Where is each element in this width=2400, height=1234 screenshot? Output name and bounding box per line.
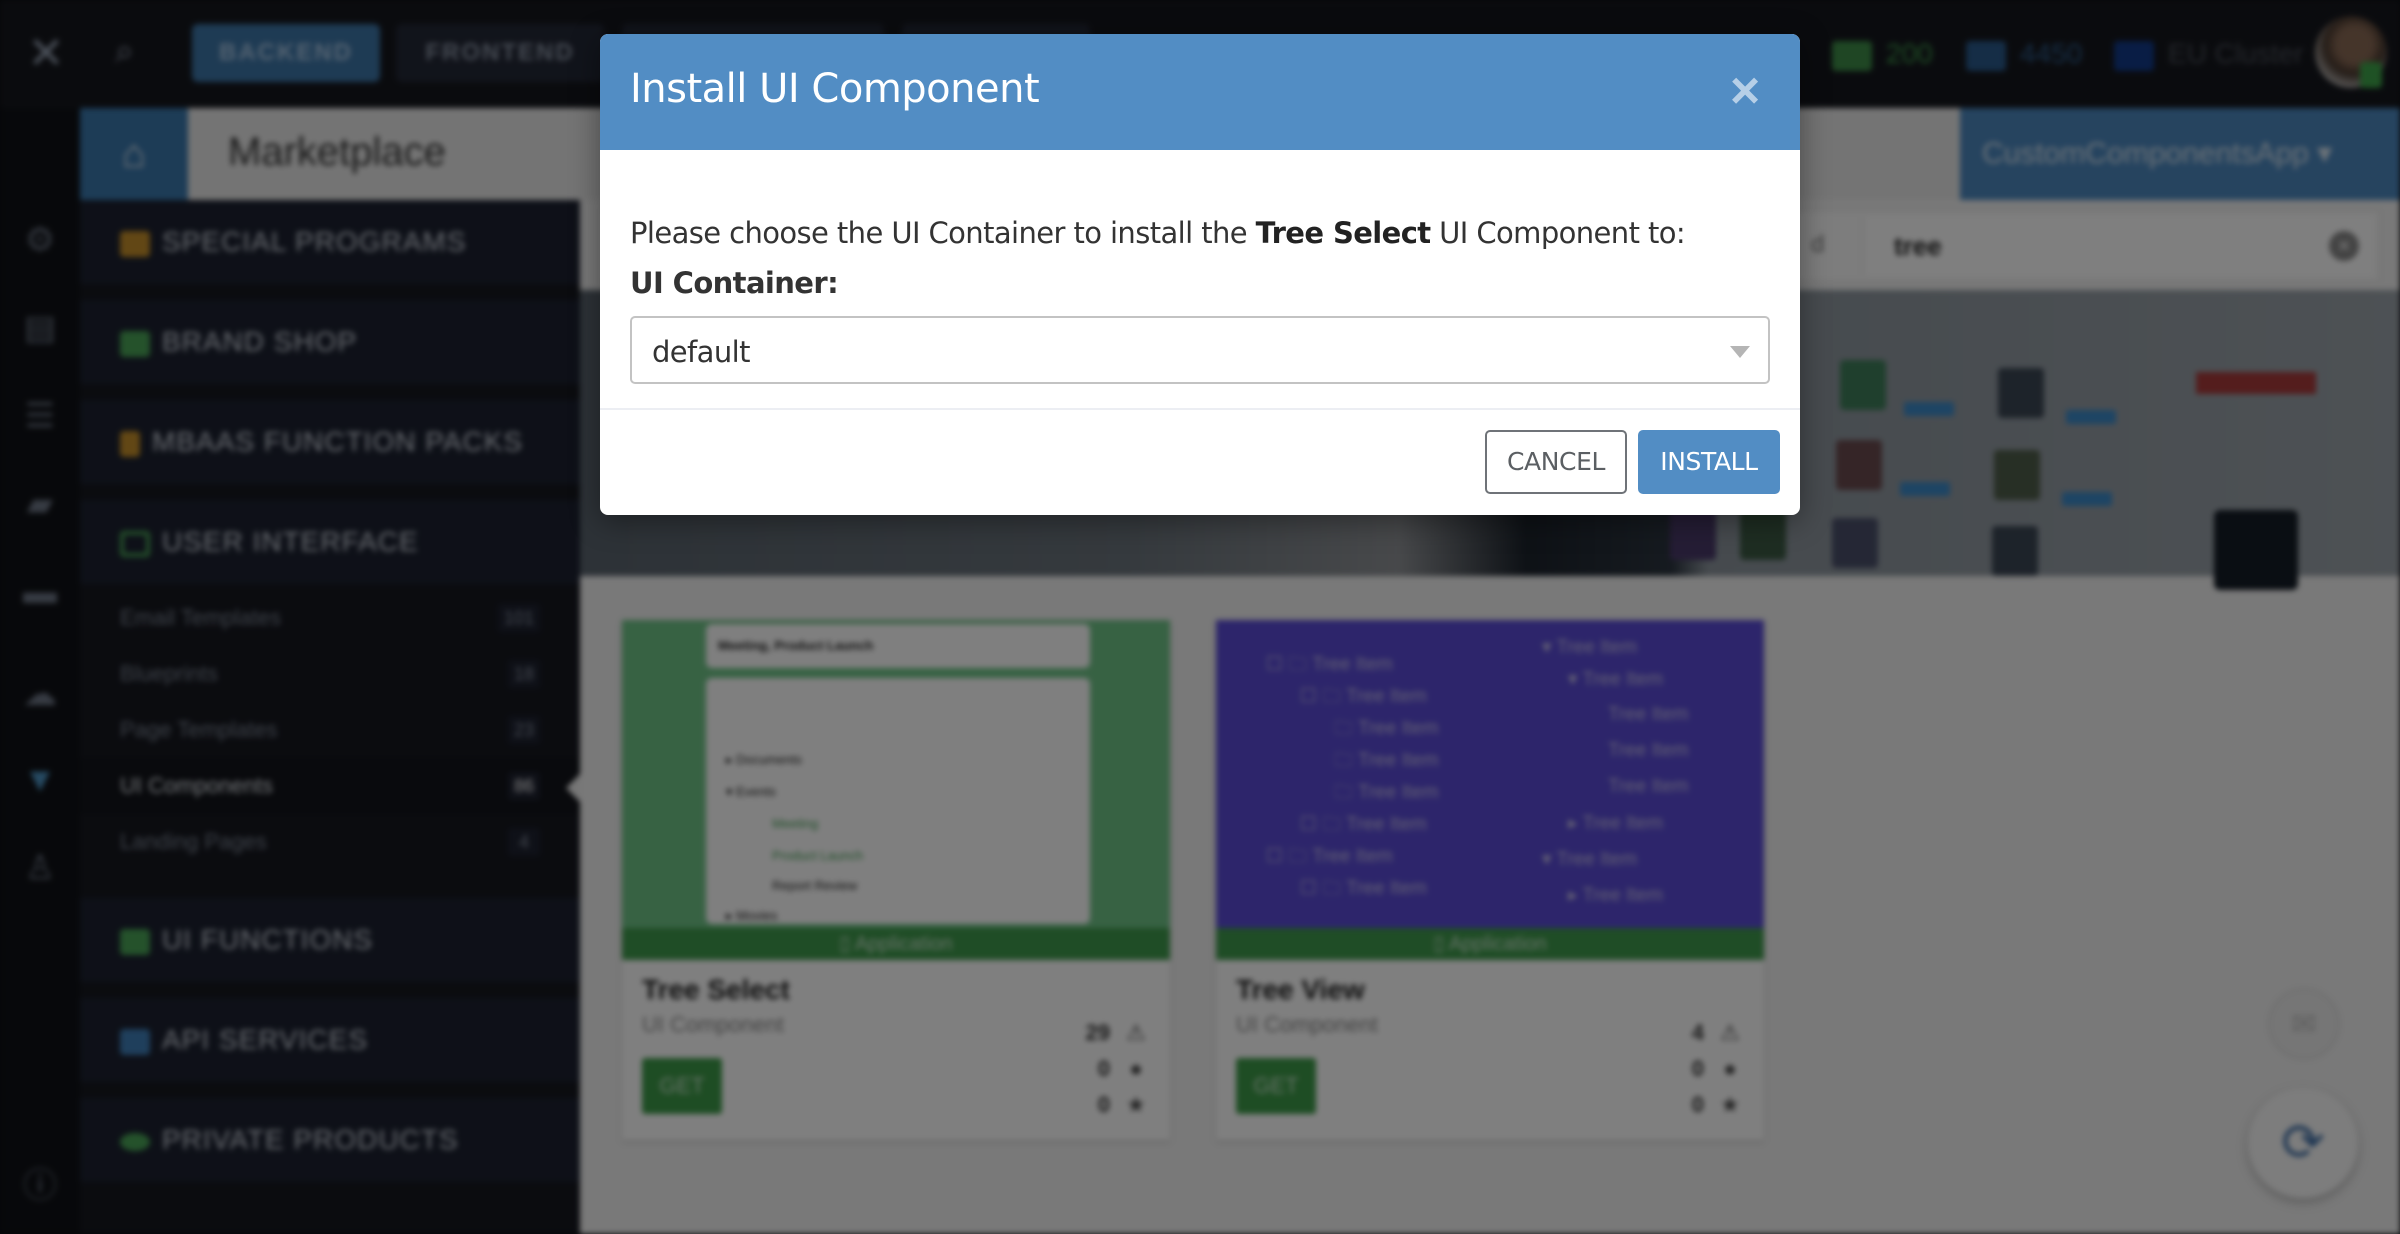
- dialog-message: Please choose the UI Container to instal…: [630, 216, 1686, 250]
- dialog-divider: [600, 408, 1800, 410]
- dialog-title: Install UI Component: [630, 66, 1040, 112]
- close-icon[interactable]: ×: [1720, 65, 1770, 117]
- component-name: Tree Select: [1255, 216, 1432, 250]
- ui-container-select[interactable]: default: [630, 316, 1770, 384]
- ui-container-label: UI Container:: [630, 266, 839, 300]
- cancel-button[interactable]: CANCEL: [1485, 430, 1627, 494]
- dialog-header: Install UI Component ×: [600, 34, 1800, 150]
- ui-container-value: default: [652, 335, 750, 369]
- chevron-down-icon: [1730, 346, 1750, 358]
- install-button[interactable]: INSTALL: [1638, 430, 1780, 494]
- install-ui-component-dialog: Install UI Component × Please choose the…: [600, 34, 1800, 515]
